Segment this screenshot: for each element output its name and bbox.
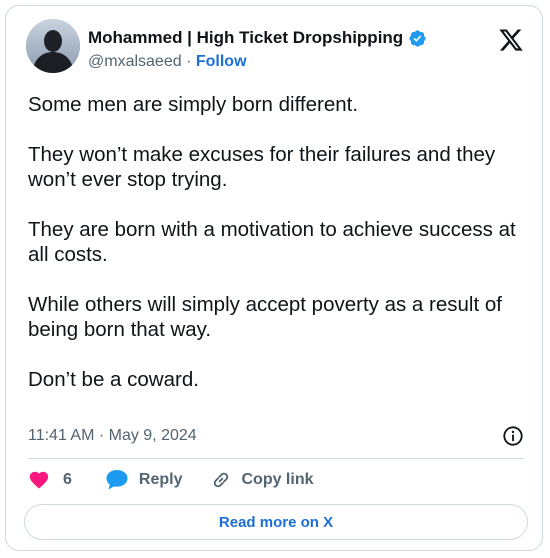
tweet-actions: 6 Reply Copy link [28, 469, 314, 491]
info-icon[interactable] [502, 425, 524, 447]
reply-button[interactable]: Reply [105, 469, 183, 491]
like-button[interactable]: 6 [28, 469, 72, 491]
tweet-text: Some men are simply born different. They… [28, 92, 528, 392]
tweet-paragraph: Don’t be a coward. [28, 368, 199, 391]
copy-link-label: Copy link [241, 471, 314, 488]
tweet-timestamp[interactable]: 11:41 AM · May 9, 2024 [28, 427, 197, 445]
like-count: 6 [63, 471, 72, 488]
avatar[interactable] [26, 19, 80, 73]
tweet-paragraph: They won’t make excuses for their failur… [28, 143, 496, 191]
x-logo-icon[interactable] [498, 27, 524, 53]
reply-label: Reply [138, 471, 183, 488]
handle-separator: · [186, 53, 192, 70]
divider [28, 458, 524, 459]
author-handle[interactable]: @mxalsaeed [88, 53, 182, 70]
reply-bubble-icon [105, 469, 129, 491]
follow-button[interactable]: Follow [196, 53, 247, 70]
read-more-button[interactable]: Read more on X [24, 504, 528, 540]
verified-badge-icon [408, 29, 427, 48]
tweet-card: Mohammed | High Ticket Dropshipping @mxa… [5, 5, 543, 551]
heart-icon [28, 469, 50, 491]
tweet-paragraph: Some men are simply born different. [28, 93, 359, 116]
tweet-paragraph: They are born with a motivation to achie… [28, 218, 516, 266]
tweet-paragraph: While others will simply accept poverty … [28, 293, 502, 341]
author-name-row: Mohammed | High Ticket Dropshipping [88, 28, 427, 48]
author-name[interactable]: Mohammed | High Ticket Dropshipping [88, 28, 403, 48]
link-icon [210, 469, 232, 491]
copy-link-button[interactable]: Copy link [210, 469, 314, 491]
author-handle-row: @mxalsaeed · Follow [88, 53, 247, 71]
